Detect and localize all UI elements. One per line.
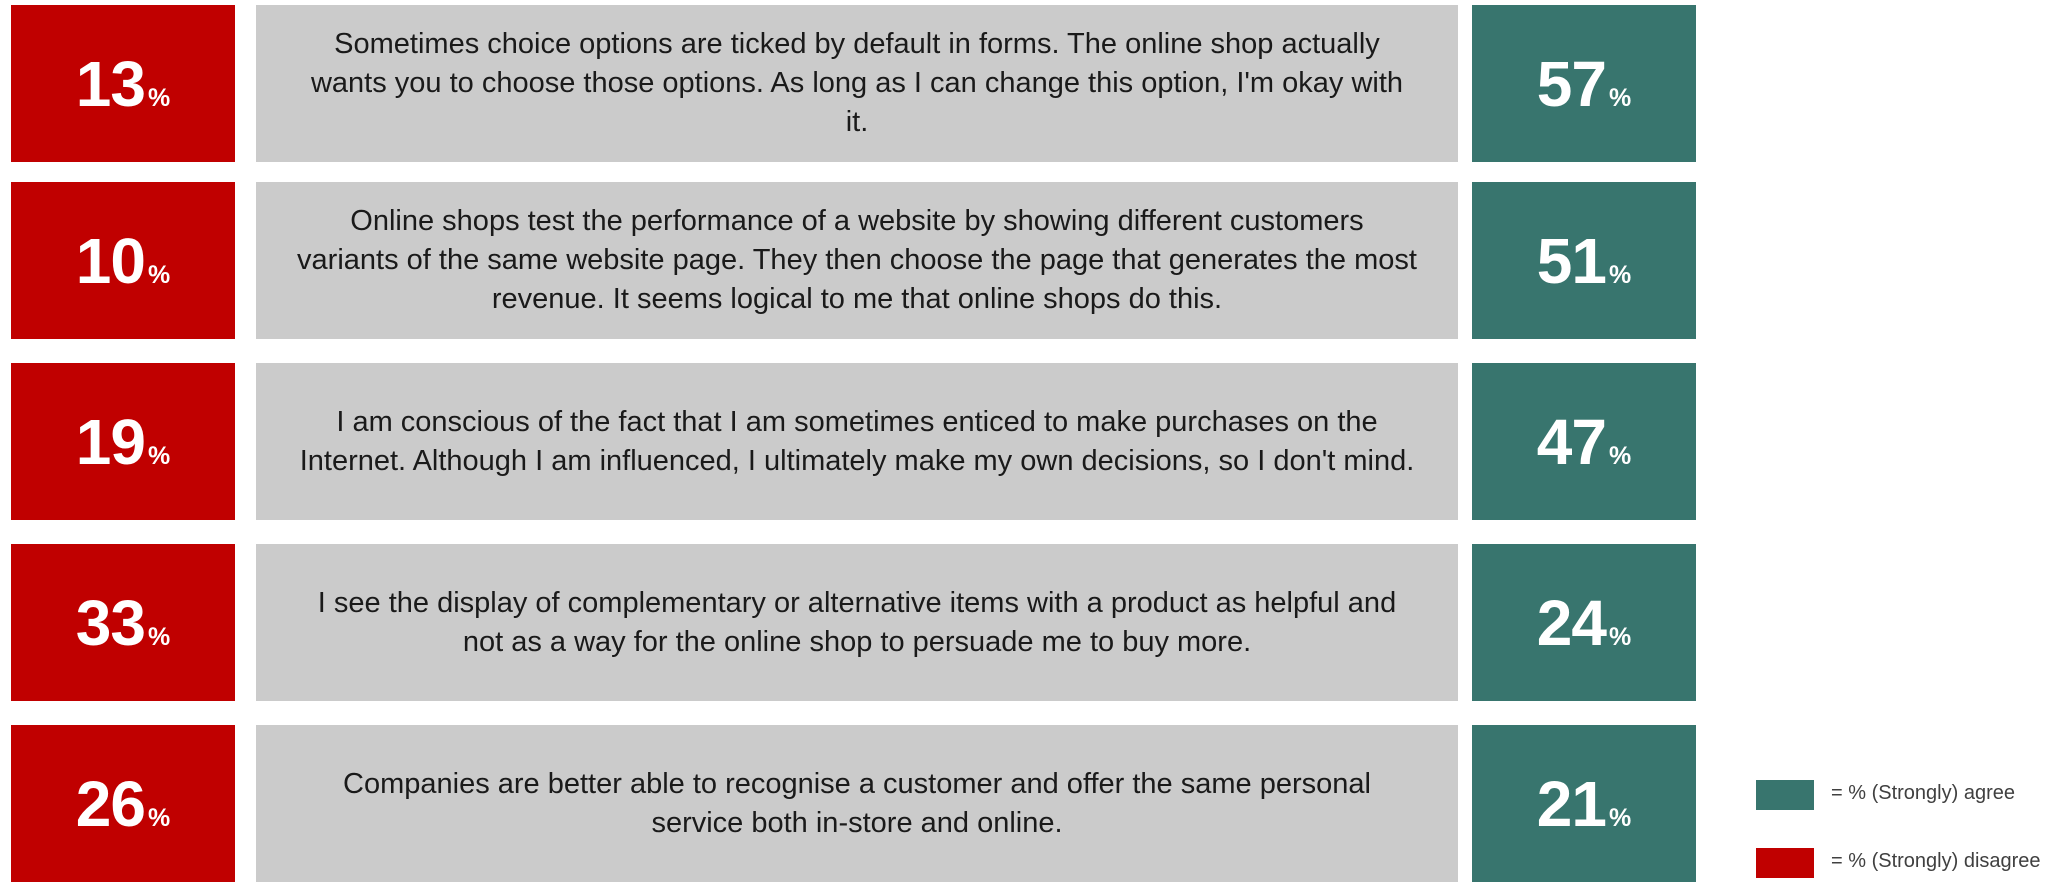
agree-number: 24 [1536, 586, 1607, 659]
agree-value: 47% [1537, 410, 1631, 474]
percent-sign: % [147, 622, 171, 651]
disagree-box: 19% [11, 363, 235, 520]
legend-disagree-swatch [1756, 848, 1814, 878]
statement-box: Sometimes choice options are ticked by d… [256, 5, 1458, 162]
agree-box: 51% [1472, 182, 1696, 339]
statement-box: Online shops test the performance of a w… [256, 182, 1458, 339]
percent-sign: % [147, 441, 171, 470]
disagree-number: 19 [75, 405, 146, 478]
legend-agree-swatch [1756, 780, 1814, 810]
percent-sign: % [147, 83, 171, 112]
legend-disagree: = % (Strongly) disagree [1756, 848, 2056, 878]
disagree-box: 26% [11, 725, 235, 882]
chart-row: 13% Sometimes choice options are ticked b… [0, 5, 1700, 162]
agree-box: 47% [1472, 363, 1696, 520]
percent-sign: % [147, 260, 171, 289]
disagree-number: 33 [75, 586, 146, 659]
statement-box: Companies are better able to recognise a… [256, 725, 1458, 882]
chart-row: 10% Online shops test the performance of … [0, 182, 1700, 339]
agree-number: 51 [1536, 224, 1607, 297]
statement-text: I see the display of complementary or al… [317, 586, 1397, 658]
disagree-value: 19% [76, 410, 170, 474]
chart-row: 33% I see the display of complementary or… [0, 544, 1700, 701]
percent-sign: % [1608, 803, 1632, 832]
disagree-value: 10% [76, 229, 170, 293]
disagree-box: 33% [11, 544, 235, 701]
disagree-number: 13 [75, 47, 146, 120]
legend-agree: = % (Strongly) agree [1756, 780, 2056, 810]
agree-value: 24% [1537, 591, 1631, 655]
agree-box: 21% [1472, 725, 1696, 882]
percent-sign: % [1608, 83, 1632, 112]
statement-box: I see the display of complementary or al… [256, 544, 1458, 701]
agree-number: 21 [1536, 767, 1607, 840]
statement-box: I am conscious of the fact that I am som… [256, 363, 1458, 520]
agree-value: 21% [1537, 772, 1631, 836]
statement-text: Sometimes choice options are ticked by d… [310, 28, 1404, 138]
percent-sign: % [147, 803, 171, 832]
agree-value: 57% [1537, 52, 1631, 116]
disagree-value: 33% [76, 591, 170, 655]
chart-row: 19% I am conscious of the fact that I am … [0, 363, 1700, 520]
legend-disagree-label: = % (Strongly) disagree [1831, 850, 2041, 872]
statement-text: Companies are better able to recognise a… [343, 767, 1371, 839]
statement-text: I am conscious of the fact that I am som… [299, 405, 1415, 477]
percent-sign: % [1608, 260, 1632, 289]
disagree-value: 13% [76, 52, 170, 116]
percent-sign: % [1608, 622, 1632, 651]
chart-row: 26% Companies are better able to recognis… [0, 725, 1700, 882]
disagree-box: 10% [11, 182, 235, 339]
disagree-number: 10 [75, 224, 146, 297]
agree-box: 24% [1472, 544, 1696, 701]
percent-sign: % [1608, 441, 1632, 470]
disagree-value: 26% [76, 772, 170, 836]
agree-box: 57% [1472, 5, 1696, 162]
agree-number: 57 [1536, 47, 1607, 120]
disagree-box: 13% [11, 5, 235, 162]
statement-text: Online shops test the performance of a w… [297, 205, 1417, 315]
disagree-number: 26 [75, 767, 146, 840]
agree-value: 51% [1537, 229, 1631, 293]
legend-agree-label: = % (Strongly) agree [1831, 782, 2015, 804]
agree-number: 47 [1536, 405, 1607, 478]
